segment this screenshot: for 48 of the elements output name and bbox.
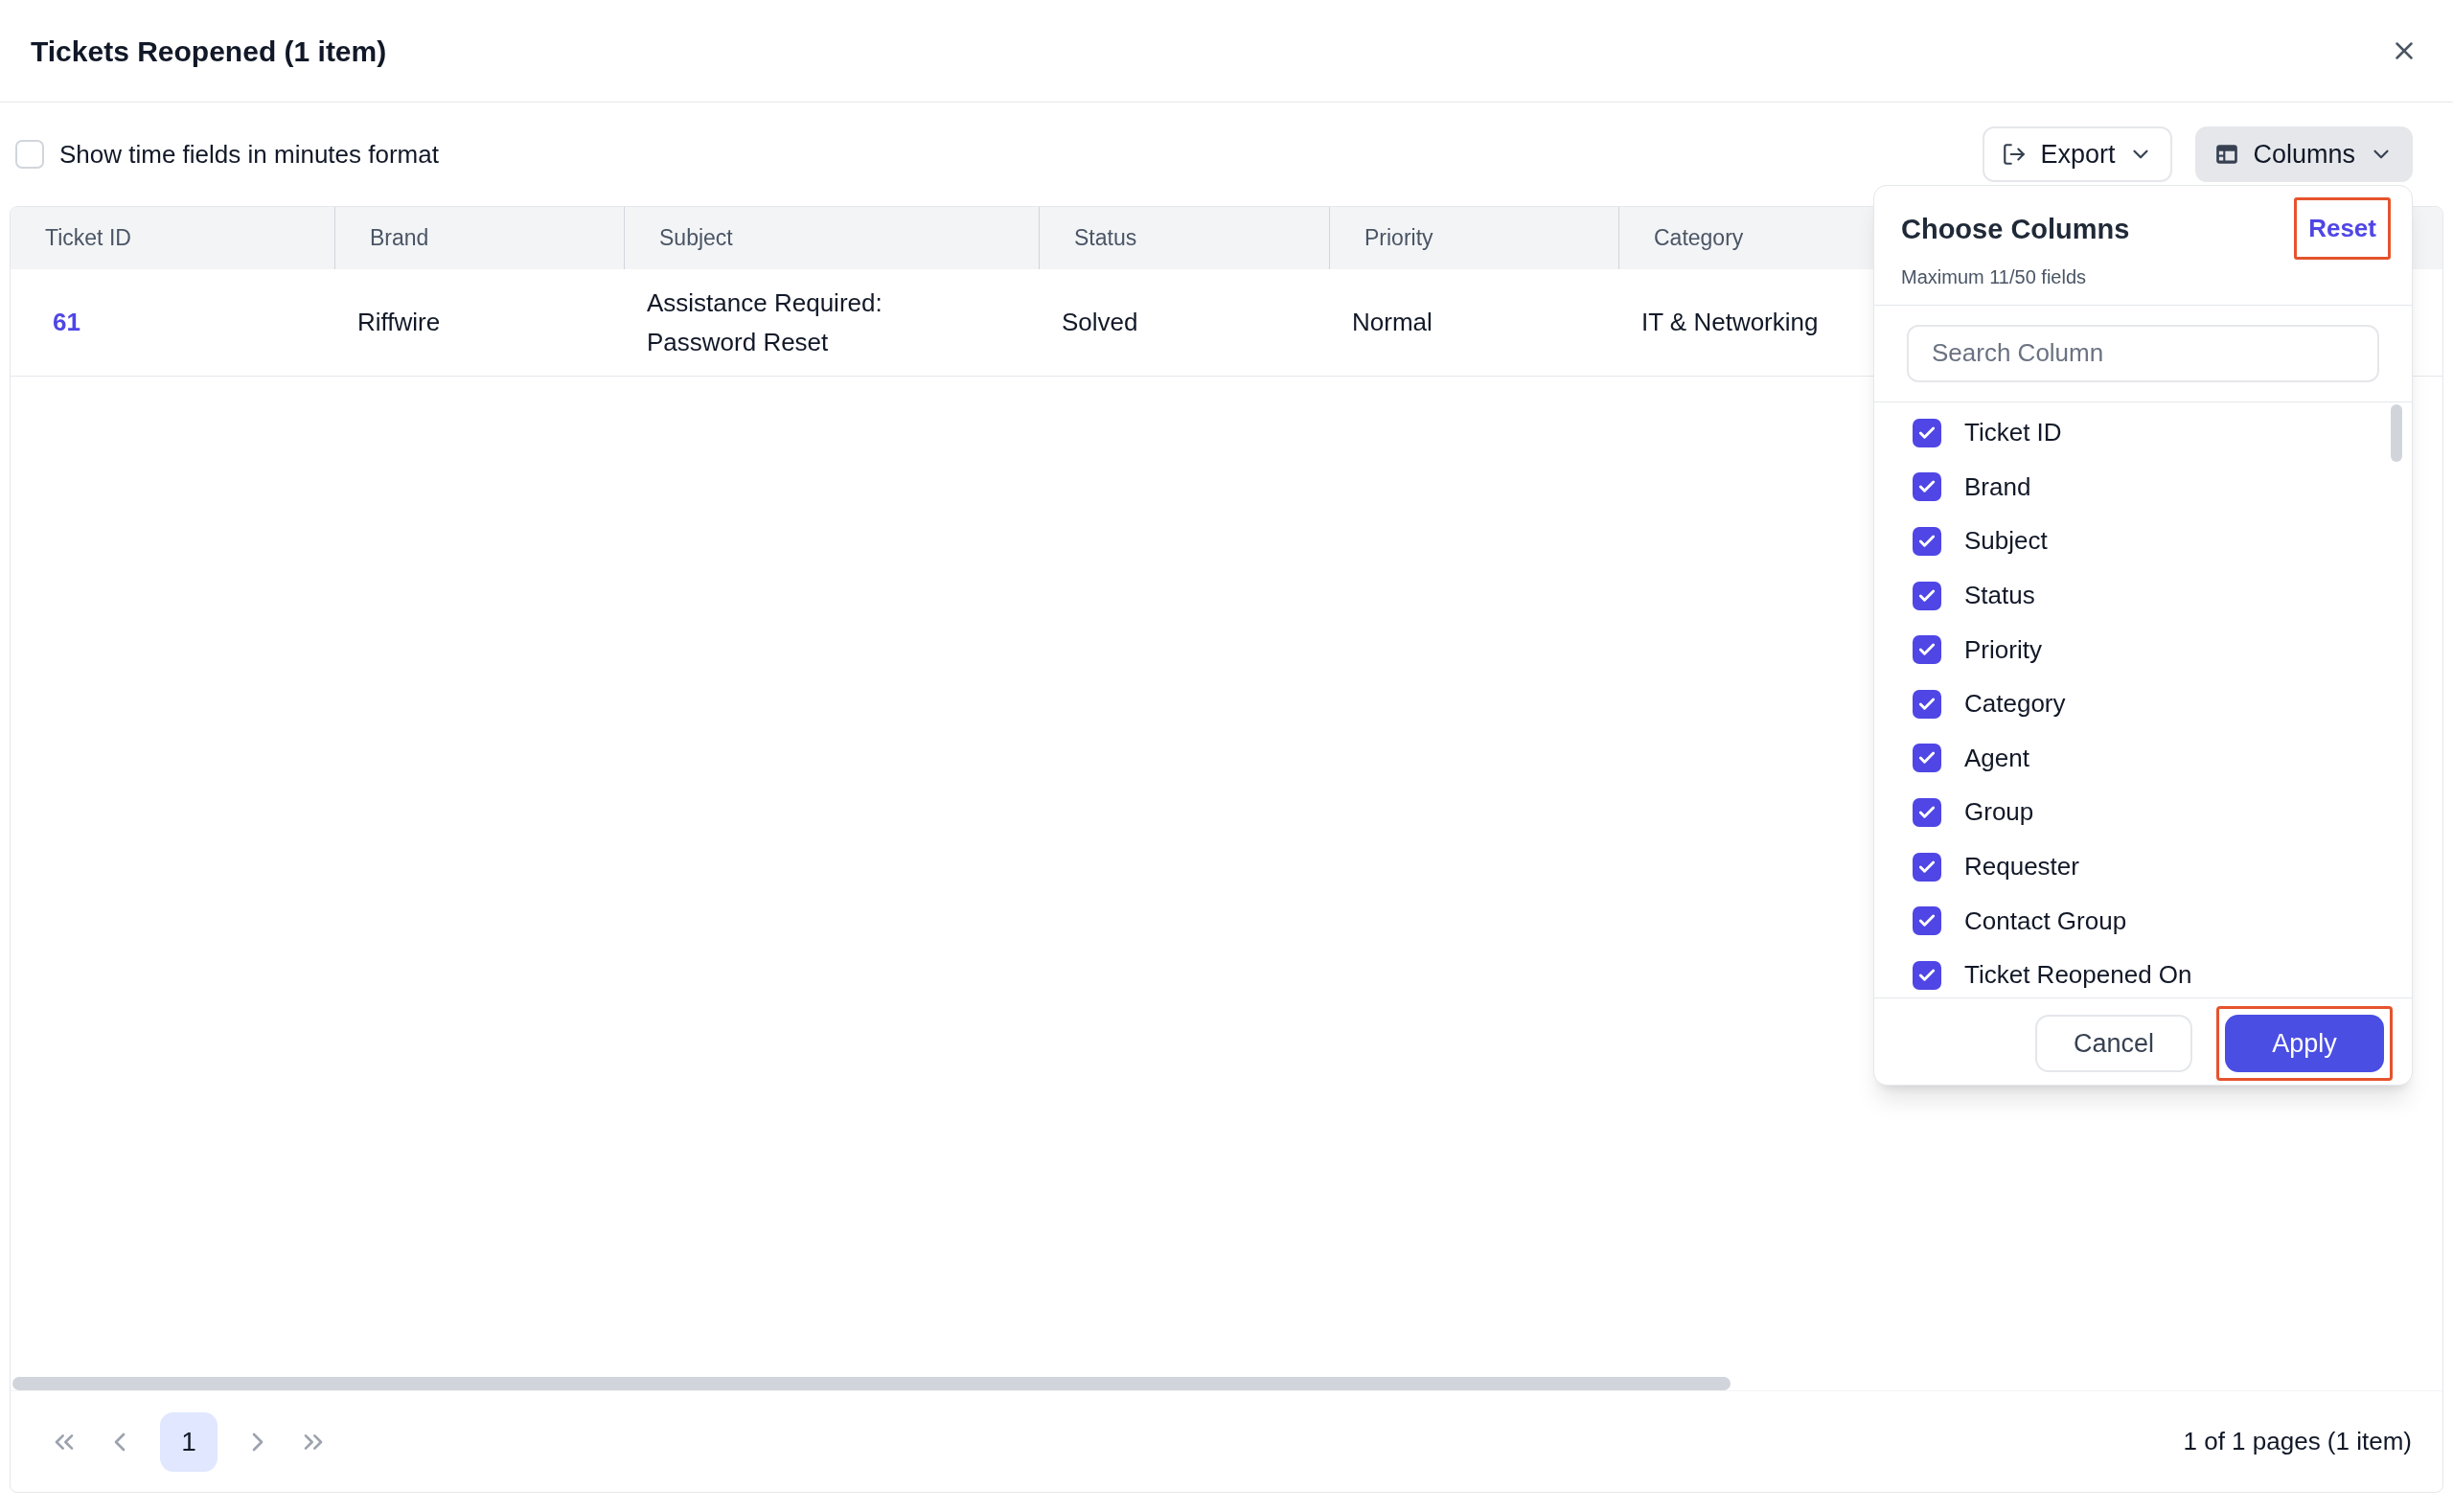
page-button[interactable]: 1 <box>160 1411 218 1472</box>
column-checkbox[interactable] <box>1913 797 1941 827</box>
table-cell-text: Normal <box>1352 307 1433 338</box>
column-header: Status <box>1039 207 1329 269</box>
dialog-title: Tickets Reopened (1 item) <box>31 34 387 69</box>
column-checkbox[interactable] <box>1913 960 1941 990</box>
columns-button[interactable]: Columns <box>2195 126 2413 182</box>
column-header: Subject <box>624 207 1039 269</box>
column-option-label: Contact Group <box>1964 905 2127 937</box>
column-checkbox[interactable] <box>1913 906 1941 936</box>
column-option-label: Ticket Reopened On <box>1964 959 2192 992</box>
column-checkbox[interactable] <box>1913 852 1941 882</box>
export-icon <box>2002 142 2028 167</box>
column-header: Brand <box>334 207 624 269</box>
table-icon <box>2214 142 2240 167</box>
column-header: Ticket ID <box>44 224 132 253</box>
search-field[interactable]: Search Column <box>1907 324 2379 382</box>
reset-button[interactable]: Reset <box>2294 197 2391 260</box>
column-option-label: Group <box>1964 796 2034 829</box>
ticket-link[interactable]: 61 <box>53 304 80 341</box>
column-option-label: Category <box>1964 688 2066 721</box>
column-option-label: Agent <box>1964 742 2029 774</box>
column-option-label: Requester <box>1964 851 2079 883</box>
table-cell-text: Assistance Required: Password Reset <box>647 286 883 358</box>
horizontal-scrollbar[interactable] <box>12 1377 1731 1390</box>
table-cell-text: IT & Networking <box>1641 307 1819 338</box>
column-checkbox[interactable] <box>1913 472 1941 502</box>
column-checkbox[interactable] <box>1913 581 1941 610</box>
apply-button[interactable]: Apply <box>2225 1015 2384 1072</box>
column-option-label: Brand <box>1964 470 2031 503</box>
page-summary: 1 of 1 pages (1 item) <box>2183 1426 2412 1457</box>
column-checkbox[interactable] <box>1913 744 1941 773</box>
column-checkbox[interactable] <box>1913 527 1941 556</box>
column-checkbox[interactable] <box>1913 635 1941 665</box>
cancel-button[interactable]: Cancel <box>2035 1015 2192 1072</box>
column-header: Priority <box>1329 207 1618 269</box>
column-checkbox[interactable] <box>1913 418 1941 447</box>
column-option-label: Ticket ID <box>1964 417 2062 449</box>
column-option-label: Status <box>1964 580 2035 612</box>
checkbox[interactable] <box>15 140 44 169</box>
column-option-label: Subject <box>1964 525 2048 558</box>
table-cell-text: Riffwire <box>357 307 441 338</box>
vertical-scrollbar[interactable] <box>2391 403 2402 462</box>
column-checkbox[interactable] <box>1913 689 1941 719</box>
checkbox-label: Show time fields in minutes format <box>59 138 439 171</box>
export-button[interactable]: Export <box>1983 126 2173 182</box>
column-option-label: Priority <box>1964 633 2042 666</box>
table-cell-text: Solved <box>1062 307 1138 338</box>
